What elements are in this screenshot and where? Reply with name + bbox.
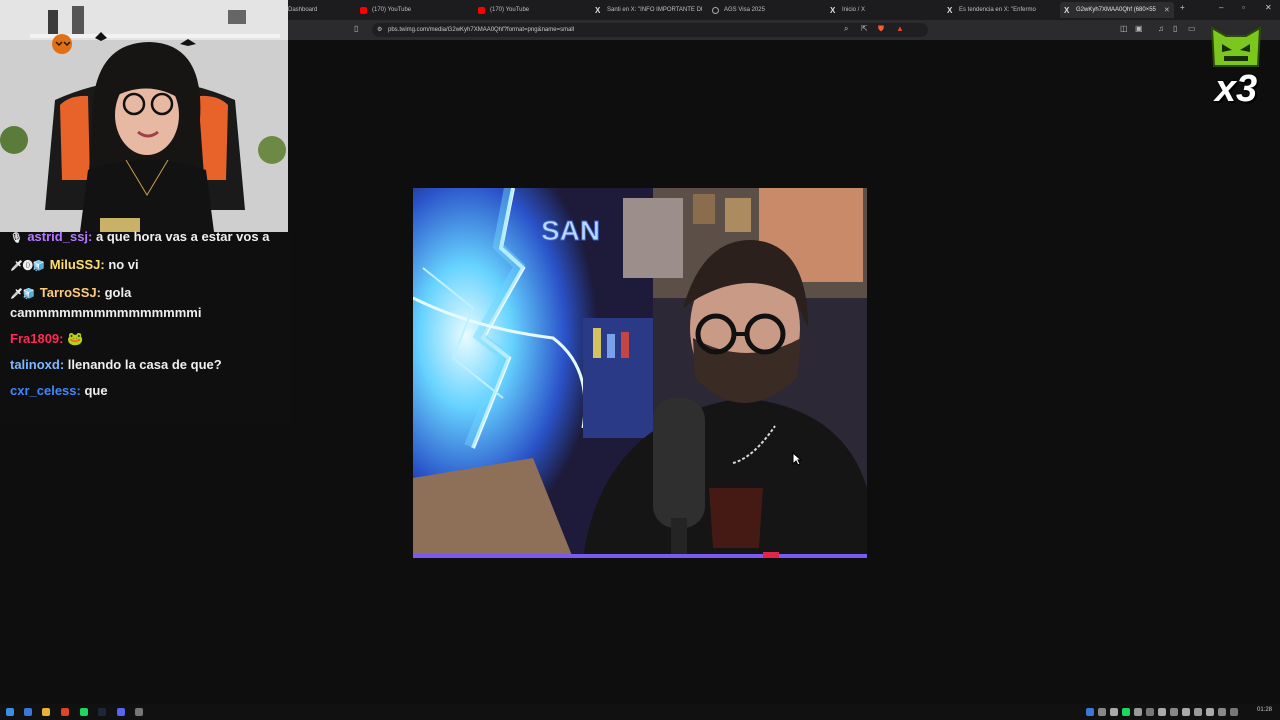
- new-tab-button[interactable]: +: [1180, 3, 1185, 12]
- chat-message: 🗡🧊 TarroSSJ: gola cammmmmmmmmmmmmmmi: [10, 284, 280, 322]
- stream-photo: SAN: [413, 188, 867, 558]
- chat-text: llenando la casa de que?: [67, 357, 222, 372]
- wallet-icon[interactable]: ▭: [1188, 24, 1196, 33]
- viewed-image[interactable]: SAN: [413, 188, 867, 558]
- multiplier-badge: x3: [1214, 68, 1258, 110]
- brave-browser-icon[interactable]: [61, 708, 69, 716]
- volume-icon[interactable]: [1206, 708, 1214, 716]
- zoom-icon[interactable]: ⌕: [844, 24, 848, 34]
- tab-youtube-2[interactable]: (170) YouTube: [478, 2, 529, 18]
- wifi-icon[interactable]: [1194, 708, 1202, 716]
- x-icon: X: [830, 5, 836, 15]
- chat-message: 🎙 astrid_ssj: a que hora vas a estar vos…: [10, 228, 280, 248]
- tray-icon[interactable]: [1158, 708, 1166, 716]
- chat-message: Fra1809: 🐸: [10, 330, 280, 348]
- tray-icon[interactable]: [1110, 708, 1118, 716]
- tray-icon[interactable]: [1134, 708, 1142, 716]
- tray-icon[interactable]: [1146, 708, 1154, 716]
- chat-username[interactable]: astrid_ssj:: [27, 229, 92, 244]
- screenshot-icon[interactable]: ▣: [1135, 24, 1143, 33]
- badge-icon: 🎙: [10, 233, 23, 244]
- chat-text: a que hora vas a estar vos a: [96, 229, 270, 244]
- rewards-icon[interactable]: ▲: [896, 24, 904, 33]
- share-icon[interactable]: ⇱: [861, 24, 868, 33]
- close-tab-icon[interactable]: ✕: [1164, 6, 1170, 14]
- sidebar-icon[interactable]: ▯: [1173, 24, 1177, 33]
- chat-text: no vi: [108, 257, 139, 272]
- tab-inicio-x[interactable]: X Inicio / X: [830, 2, 865, 18]
- site-info-icon[interactable]: ⚙: [377, 23, 382, 37]
- extensions-icon[interactable]: ◫: [1120, 24, 1128, 33]
- steam-icon[interactable]: [98, 708, 106, 716]
- tab-tendencia-x[interactable]: X Es tendencia en X: "Enfermo: [947, 2, 1057, 18]
- chat-message: talinoxd: llenando la casa de que?: [10, 356, 280, 374]
- start-menu-icon[interactable]: [6, 708, 14, 716]
- streamer-webcam: [0, 0, 288, 232]
- chat-message: cxr_celess: que: [10, 382, 280, 400]
- brave-shield-icon[interactable]: ⛊: [878, 24, 884, 34]
- tray-icon[interactable]: [1218, 708, 1226, 716]
- stream-chat: 🎙 astrid_ssj: a que hora vas a estar vos…: [0, 229, 290, 424]
- tray-icon[interactable]: [1170, 708, 1178, 716]
- restore-button[interactable]: ▫: [1242, 3, 1245, 12]
- youtube-icon: [478, 6, 485, 14]
- badge-icon: 🗡⓿🧊: [10, 261, 46, 272]
- discord-icon[interactable]: [117, 708, 125, 716]
- spotify-icon[interactable]: [80, 708, 88, 716]
- chat-username[interactable]: Fra1809:: [10, 331, 63, 346]
- microphone: [653, 398, 705, 528]
- taskbar-clock[interactable]: 01:28: [1257, 707, 1272, 713]
- tray-icon[interactable]: [1122, 708, 1130, 716]
- chat-message: 🗡⓿🧊 MiluSSJ: no vi: [10, 256, 280, 276]
- tab-santi-x[interactable]: X Santi en X: "INFO IMPORTANTE DI: [595, 2, 703, 18]
- neon-sign-text: SAN: [541, 215, 600, 246]
- tray-icon[interactable]: [1230, 708, 1238, 716]
- chat-username[interactable]: talinoxd:: [10, 357, 64, 372]
- mascot-icon: [1210, 26, 1262, 67]
- chat-text: que: [84, 383, 108, 398]
- tab-ags-visa[interactable]: AGS Visa 2025: [712, 2, 765, 18]
- mouse-cursor-icon: [792, 452, 802, 466]
- chat-username[interactable]: MiluSSJ:: [50, 257, 105, 272]
- x-icon: X: [595, 5, 601, 15]
- tray-icon[interactable]: [1182, 708, 1190, 716]
- file-explorer-icon[interactable]: [42, 708, 50, 716]
- x-icon: X: [947, 5, 953, 15]
- tray-icon[interactable]: [1086, 708, 1094, 716]
- tab-dashboard[interactable]: Dashboard: [288, 2, 317, 18]
- chat-username[interactable]: TarroSSJ:: [40, 285, 101, 300]
- tab-active-image[interactable]: X G2wKyh7XMAA0Qhf (680×55 ✕: [1060, 2, 1174, 18]
- frog-emote-icon: 🐸: [67, 331, 84, 346]
- chat-username[interactable]: cxr_celess:: [10, 383, 81, 398]
- tray-icon[interactable]: [1098, 708, 1106, 716]
- badge-icon: 🗡🧊: [10, 289, 36, 300]
- obs-icon[interactable]: [135, 708, 143, 716]
- os-taskbar: 01:28: [0, 704, 1280, 720]
- minimize-button[interactable]: –: [1219, 3, 1223, 12]
- chat-text: gola cammmmmmmmmmmmmmmi: [10, 285, 202, 320]
- close-window-button[interactable]: ✕: [1265, 3, 1272, 12]
- bookmark-icon[interactable]: ▯: [354, 24, 358, 33]
- ags-icon: [712, 6, 719, 14]
- webcam-feed: [0, 0, 288, 232]
- media-icon[interactable]: ♫: [1158, 24, 1164, 33]
- tab-youtube-1[interactable]: (170) YouTube: [360, 2, 411, 18]
- search-icon[interactable]: [24, 708, 32, 716]
- youtube-icon: [360, 6, 367, 14]
- x-icon: X: [1064, 5, 1070, 15]
